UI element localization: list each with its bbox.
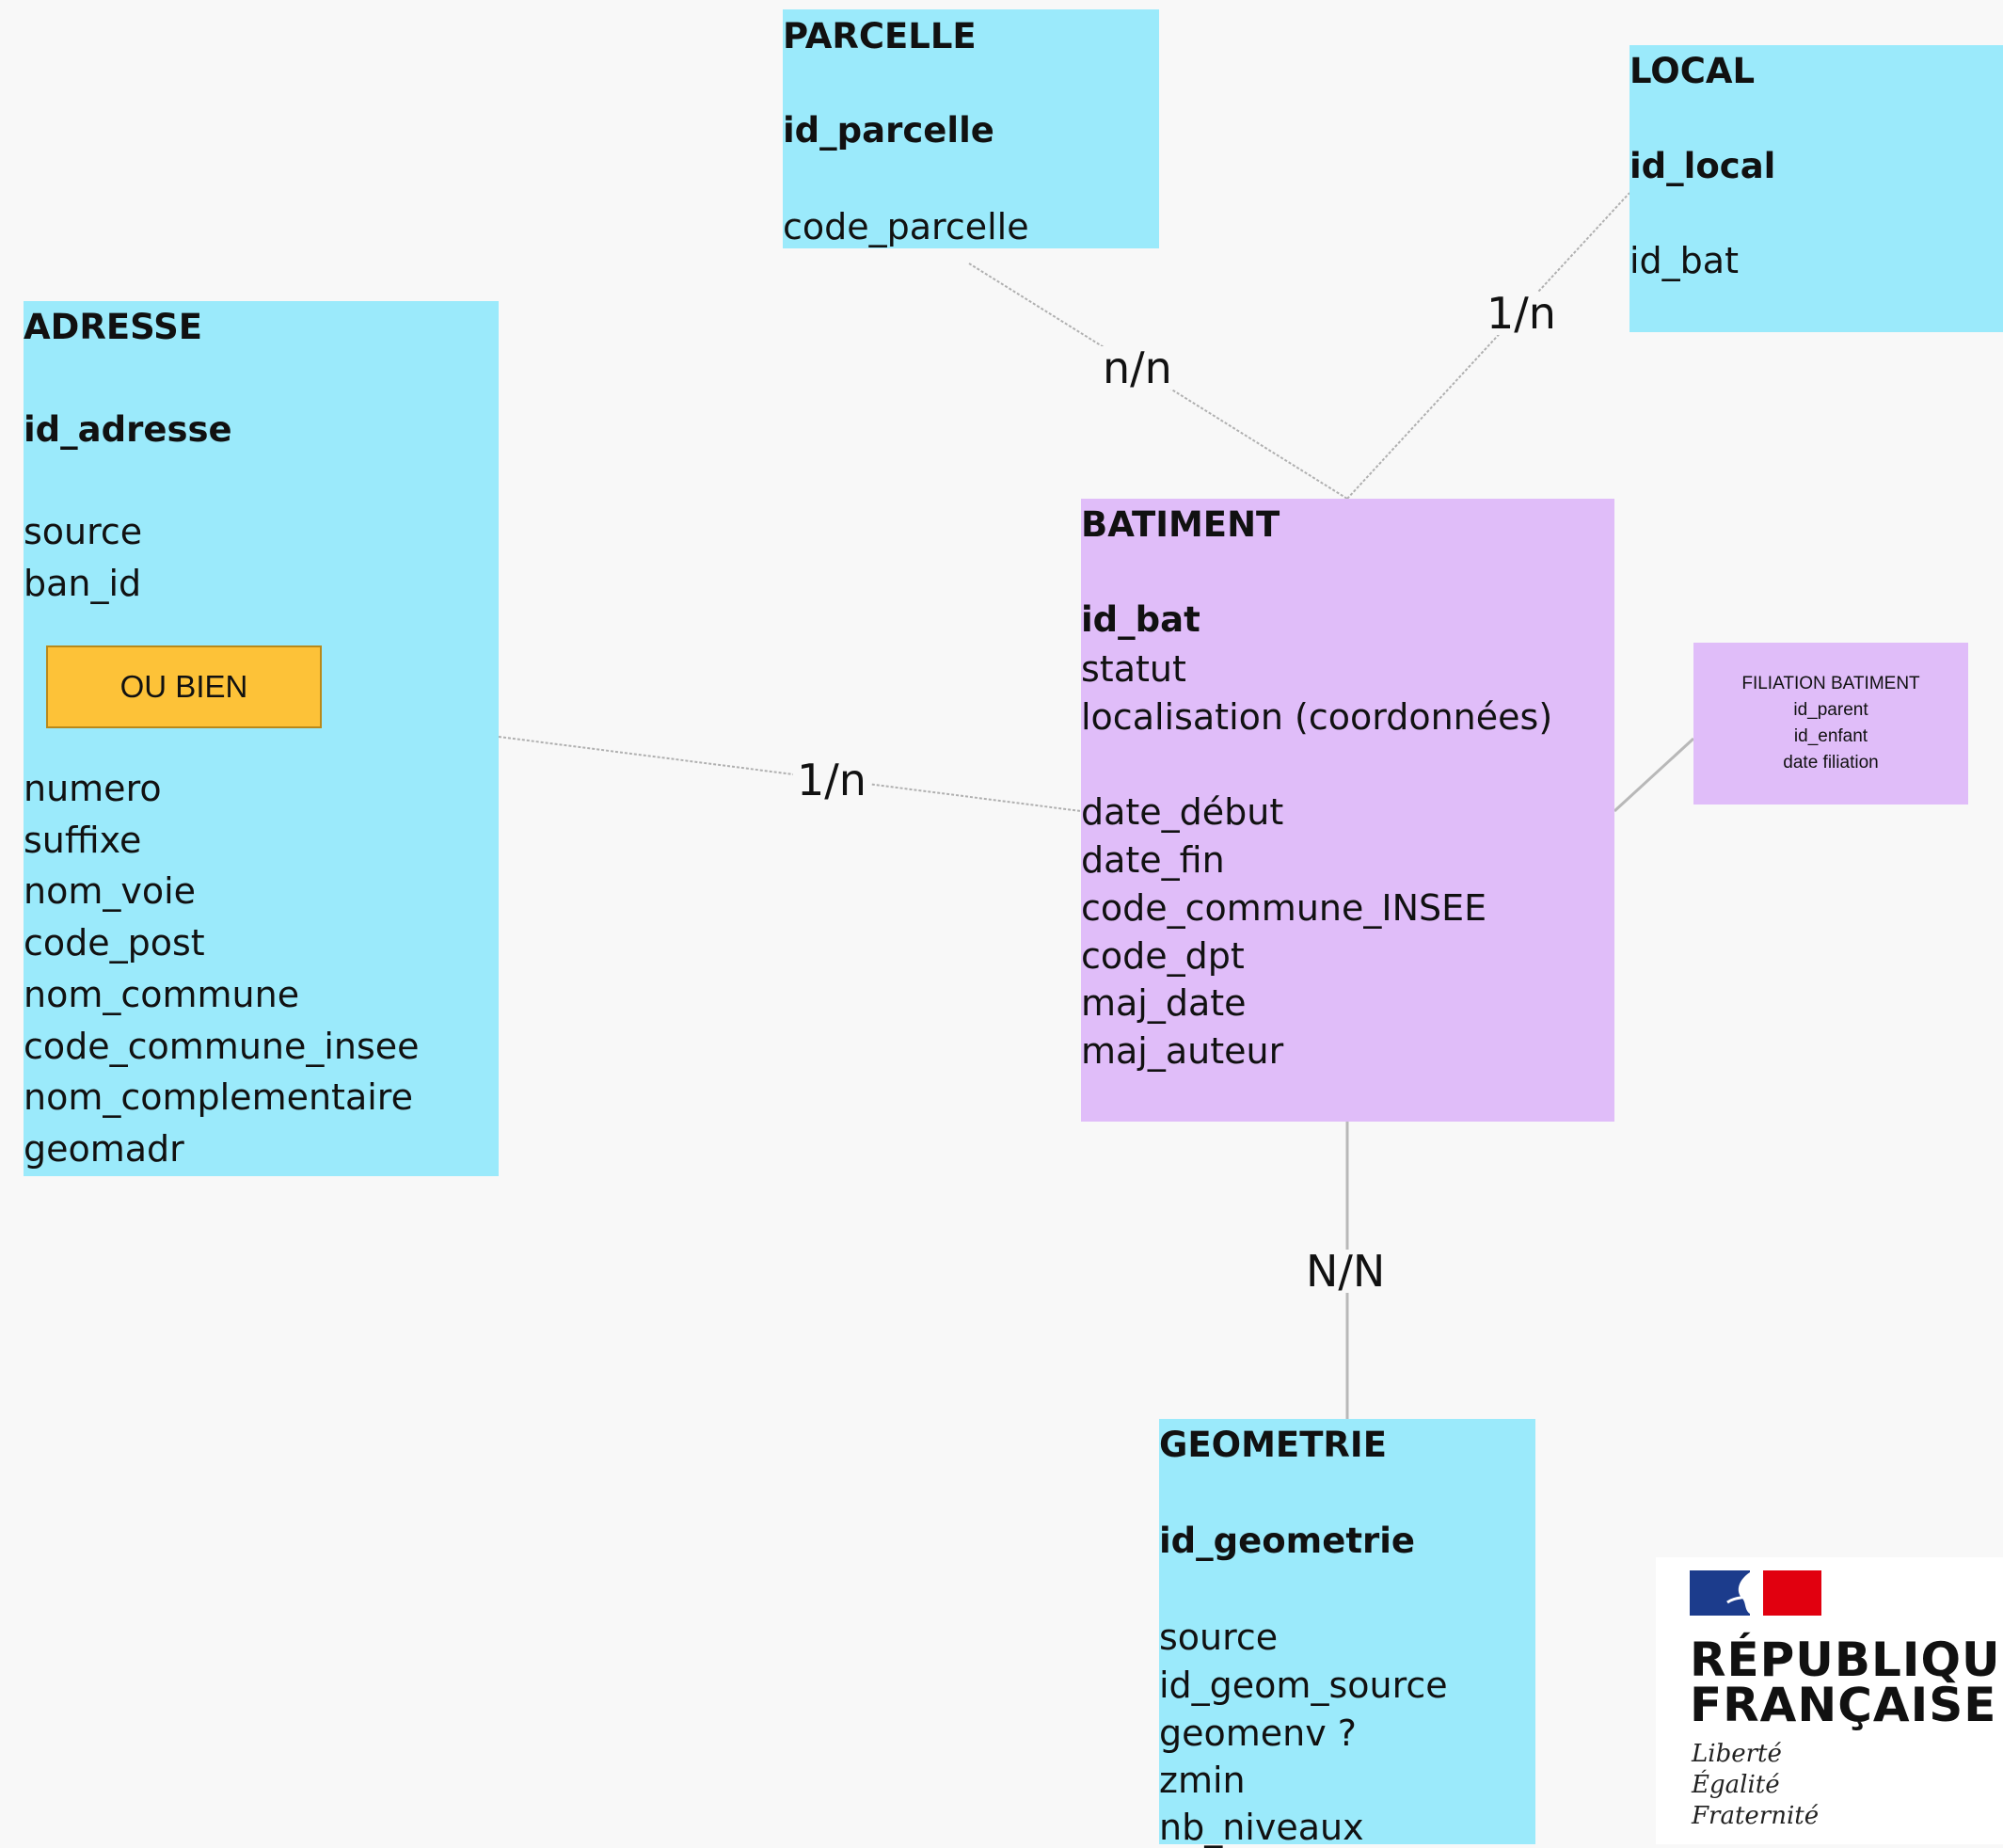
logo-line-2: FRANÇAISE [1690,1678,1997,1732]
entity-title: PARCELLE [783,16,977,56]
relation-label-batiment-geometrie: N/N [1302,1250,1390,1293]
field: nom_commune [24,974,300,1015]
entity-title: LOCAL [1629,51,1756,91]
field: ban_id [24,563,142,604]
entity-title: BATIMENT [1081,504,1280,545]
field: code_dpt [1081,935,1245,977]
logo-line-1: RÉPUBLIQUE [1690,1633,2003,1687]
entity-filiation-batiment: FILIATION BATIMENT id_parent id_enfant d… [1693,643,1968,805]
field: geomadr [24,1128,184,1170]
field: maj_date [1081,982,1247,1024]
adresse-batiment-line [498,736,1082,812]
entity-title: GEOMETRIE [1159,1425,1387,1465]
field: nb_niveaux [1159,1807,1364,1848]
field: numero [24,768,162,809]
entity-title: FILIATION BATIMENT [1741,674,1920,693]
entity-local: LOCAL id_local id_bat [1629,45,2003,332]
field: id_geom_source [1159,1665,1448,1706]
field: zmin [1159,1760,1246,1801]
field: code_parcelle [783,206,1029,247]
field: code_post [24,922,205,964]
field: id_enfant [1793,726,1868,746]
motto-line: Liberté [1692,1740,1782,1768]
field: source [1159,1617,1279,1658]
relation-label-local-batiment: 1/n [1483,292,1560,335]
field: nom_complementaire [24,1076,413,1118]
field: date_début [1081,791,1284,833]
entity-parcelle: PARCELLE id_parcelle code_parcelle [783,9,1159,248]
primary-key: id_bat [1081,599,1200,640]
field: code_commune_INSEE [1081,887,1487,929]
field: statut [1081,648,1186,690]
field: geomenv ? [1159,1713,1357,1754]
local-batiment-line [1346,192,1630,500]
primary-key: id_local [1629,146,1776,186]
entity-batiment: BATIMENT id_bat statut localisation (coo… [1081,499,1614,1122]
field: date filiation [1783,753,1879,773]
field: source [24,511,143,552]
marianne-flag-icon [1690,1570,1821,1616]
entity-adresse: ADRESSE id_adresse source ban_id numero … [24,301,499,1176]
entity-title: ADRESSE [24,307,203,347]
field: code_commune_insee [24,1026,420,1067]
field: localisation (coordonnées) [1081,696,1553,738]
republique-francaise-logo: RÉPUBLIQUE FRANÇAISE Liberté Égalité Fra… [1656,1557,2003,1844]
ou-bien-option-badge: OU BIEN [46,645,322,728]
field: suffixe [24,820,142,861]
primary-key: id_geometrie [1159,1521,1416,1561]
batiment-filiation-line [1613,737,1695,813]
primary-key: id_parcelle [783,110,994,151]
relation-label-parcelle-batiment: n/n [1099,346,1176,390]
entity-geometrie: GEOMETRIE id_geometrie source id_geom_so… [1159,1419,1535,1848]
field: id_bat [1629,240,1739,281]
field: nom_voie [24,870,197,912]
field: maj_auteur [1081,1030,1284,1072]
field: id_parent [1793,700,1868,720]
relation-label-adresse-batiment: 1/n [793,758,870,802]
motto-line: Fraternité [1692,1802,1820,1830]
field: date_fin [1081,839,1225,881]
motto-line: Égalité [1692,1771,1780,1799]
primary-key: id_adresse [24,409,232,450]
